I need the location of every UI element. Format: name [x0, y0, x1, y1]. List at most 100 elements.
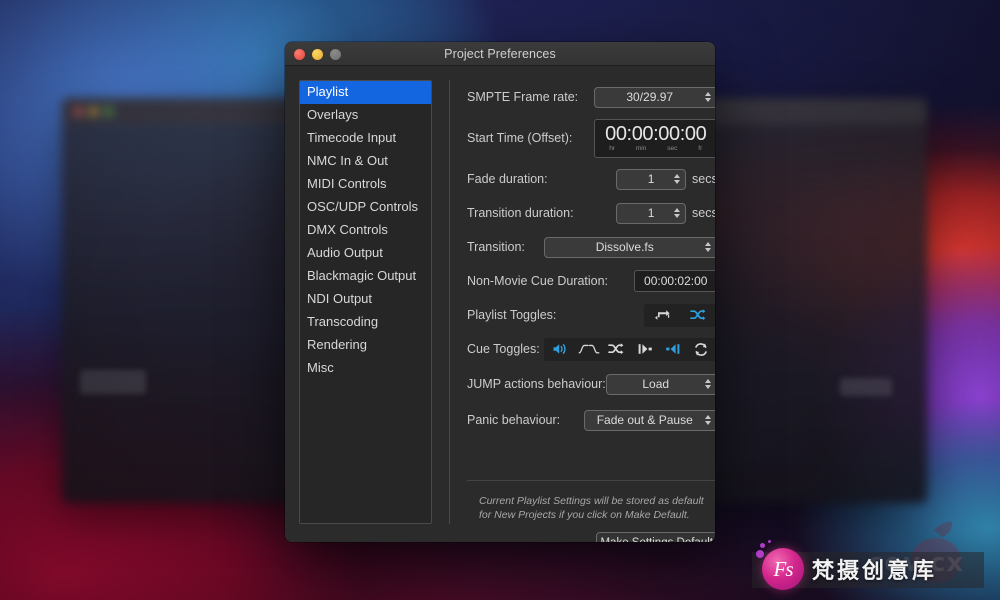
non-movie-cue-duration-control: 00:00:02:00: [634, 270, 715, 292]
close-button[interactable]: [294, 49, 305, 60]
shuffle-icon[interactable]: [606, 340, 628, 359]
window-titlebar[interactable]: Project Preferences: [285, 42, 715, 66]
jump-behaviour-label: JUMP actions behaviour:: [467, 377, 606, 391]
watermark-text: 梵摄创意库: [812, 553, 937, 585]
timecode-unit-min: min: [636, 145, 646, 153]
row-playlist-toggles: Playlist Toggles:: [467, 298, 715, 332]
start-time-timecode-field[interactable]: 00:00:00:00 hr min sec fr: [594, 119, 715, 158]
row-fade-duration: Fade duration: 1 secs: [467, 162, 715, 196]
fade-curve-icon[interactable]: [578, 340, 600, 359]
transition-duration-stepper[interactable]: 1: [616, 203, 686, 224]
sidebar-item-label: MIDI Controls: [307, 176, 386, 191]
playlist-settings-panel: SMPTE Frame rate: 30/29.97 Start Time (O…: [467, 80, 715, 530]
chevron-updown-icon: [705, 92, 711, 102]
sidebar-item-label: Blackmagic Output: [307, 268, 416, 283]
desktop-background: Project Preferences Playlist Overlays Ti…: [0, 0, 1000, 600]
zoom-button: [330, 49, 341, 60]
sidebar-item-label: DMX Controls: [307, 222, 388, 237]
non-movie-cue-duration-field[interactable]: 00:00:02:00: [634, 270, 715, 292]
row-transition: Transition: Dissolve.fs: [467, 230, 715, 264]
cue-out-icon[interactable]: [634, 340, 656, 359]
panel-divider: [449, 80, 450, 524]
fade-duration-label: Fade duration:: [467, 172, 548, 186]
playlist-toggles-control: [644, 304, 715, 327]
transition-duration-value: 1: [648, 206, 655, 220]
non-movie-cue-duration-label: Non-Movie Cue Duration:: [467, 274, 608, 288]
chevron-updown-icon: [705, 242, 711, 252]
cue-toggles-label: Cue Toggles:: [467, 342, 540, 356]
speaker-icon[interactable]: [550, 340, 572, 359]
timecode-unit-sec: sec: [667, 145, 677, 153]
sidebar-item-midi-controls[interactable]: MIDI Controls: [300, 173, 431, 196]
jump-behaviour-control: Load: [606, 374, 715, 395]
panic-behaviour-select[interactable]: Fade out & Pause: [584, 410, 715, 431]
stepper-updown-icon[interactable]: [674, 174, 680, 184]
transition-duration-control: 1 secs: [616, 203, 715, 224]
fade-duration-stepper[interactable]: 1: [616, 169, 686, 190]
sidebar-item-ndi-output[interactable]: NDI Output: [300, 288, 431, 311]
minimize-button[interactable]: [312, 49, 323, 60]
cue-in-icon[interactable]: [662, 340, 684, 359]
sidebar-item-audio-output[interactable]: Audio Output: [300, 242, 431, 265]
chevron-updown-icon: [705, 415, 711, 425]
traffic-light-group: [294, 49, 341, 60]
sidebar-item-label: Overlays: [307, 107, 358, 122]
jump-behaviour-value: Load: [642, 377, 669, 391]
sidebar-item-dmx-controls[interactable]: DMX Controls: [300, 219, 431, 242]
make-settings-default-label: Make Settings Default: [600, 537, 713, 542]
fade-duration-unit: secs: [692, 172, 715, 186]
footer-separator: [467, 480, 715, 481]
row-panic-behaviour: Panic behaviour: Fade out & Pause: [467, 402, 715, 438]
sidebar-item-rendering[interactable]: Rendering: [300, 334, 431, 357]
preferences-category-list[interactable]: Playlist Overlays Timecode Input NMC In …: [299, 80, 432, 524]
panic-behaviour-value: Fade out & Pause: [597, 413, 693, 427]
sidebar-item-playlist[interactable]: Playlist: [300, 81, 431, 104]
row-start-time: Start Time (Offset): 00:00:00:00 hr min …: [467, 114, 715, 162]
sidebar-item-label: Misc: [307, 360, 334, 375]
smpte-frame-rate-control: 30/29.97: [594, 87, 715, 108]
repeat-icon[interactable]: [652, 306, 674, 325]
window-title: Project Preferences: [285, 47, 715, 61]
start-time-label: Start Time (Offset):: [467, 131, 572, 145]
smpte-frame-rate-select[interactable]: 30/29.97: [594, 87, 715, 108]
sidebar-item-nmc-in-out[interactable]: NMC In & Out: [300, 150, 431, 173]
start-time-value: 00:00:00:00: [605, 124, 706, 145]
sidebar-item-overlays[interactable]: Overlays: [300, 104, 431, 127]
make-settings-default-button[interactable]: Make Settings Default: [596, 532, 715, 542]
badge-bubble-icon: [760, 543, 765, 548]
row-smpte-frame-rate: SMPTE Frame rate: 30/29.97: [467, 80, 715, 114]
sidebar-item-label: Playlist: [307, 84, 348, 99]
watermark: Fs 梵摄创意库: [762, 548, 937, 590]
badge-bubble-icon: [756, 550, 764, 558]
transition-value: Dissolve.fs: [596, 240, 654, 254]
non-movie-cue-duration-value: 00:00:02:00: [644, 274, 707, 288]
sidebar-item-misc[interactable]: Misc: [300, 357, 431, 380]
panic-behaviour-label: Panic behaviour:: [467, 413, 560, 427]
cue-toggle-group: [544, 338, 715, 361]
window-body: Playlist Overlays Timecode Input NMC In …: [285, 66, 715, 542]
sidebar-item-transcoding[interactable]: Transcoding: [300, 311, 431, 334]
sidebar-item-label: NDI Output: [307, 291, 372, 306]
row-non-movie-cue-duration: Non-Movie Cue Duration: 00:00:02:00: [467, 264, 715, 298]
playlist-toggle-group: [644, 304, 715, 327]
smpte-frame-rate-value: 30/29.97: [626, 90, 673, 104]
sidebar-item-timecode-input[interactable]: Timecode Input: [300, 127, 431, 150]
project-preferences-window: Project Preferences Playlist Overlays Ti…: [285, 42, 715, 542]
footer-note: Current Playlist Settings will be stored…: [479, 494, 715, 522]
fade-duration-value: 1: [648, 172, 655, 186]
sidebar-item-blackmagic-output[interactable]: Blackmagic Output: [300, 265, 431, 288]
sidebar-item-label: Transcoding: [307, 314, 378, 329]
transition-duration-unit: secs: [692, 206, 715, 220]
jump-behaviour-select[interactable]: Load: [606, 374, 715, 395]
sidebar-item-osc-udp-controls[interactable]: OSC/UDP Controls: [300, 196, 431, 219]
transition-label: Transition:: [467, 240, 525, 254]
sidebar-item-label: NMC In & Out: [307, 153, 388, 168]
timecode-unit-fr: fr: [698, 145, 702, 153]
smpte-frame-rate-label: SMPTE Frame rate:: [467, 90, 578, 104]
transition-select[interactable]: Dissolve.fs: [544, 237, 715, 258]
shuffle-icon[interactable]: [687, 306, 709, 325]
stepper-updown-icon[interactable]: [674, 208, 680, 218]
chevron-updown-icon: [705, 379, 711, 389]
loop-refresh-icon[interactable]: [690, 340, 712, 359]
row-transition-duration: Transition duration: 1 secs: [467, 196, 715, 230]
